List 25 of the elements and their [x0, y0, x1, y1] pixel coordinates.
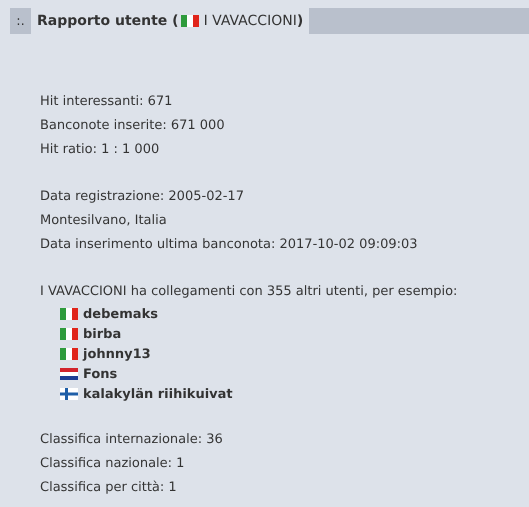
- title-paren: ): [296, 13, 304, 29]
- connected-user: kalakylän riihikuivat: [83, 386, 233, 402]
- netherlands-flag-icon: [60, 368, 78, 380]
- info-text: Classifica nazionale: 1: [40, 455, 186, 473]
- info-text: Classifica per città: 1: [40, 479, 178, 497]
- connections-text: I VAVACCIONI ha collegamenti con 355 altri utenti, per esempio:: [40, 283, 458, 301]
- info-text: Data registrazione: 2005-02-17: [40, 188, 245, 206]
- info-text: Hit ratio: 1 : 1 000: [40, 141, 160, 159]
- italy-flag-icon: [60, 328, 78, 340]
- italy-flag-icon: [60, 348, 78, 360]
- connected-user: birba: [83, 326, 122, 342]
- section-marker: :.: [10, 8, 31, 34]
- italy-flag-icon: [60, 308, 78, 320]
- user-name: I VAVACCIONI: [204, 13, 297, 29]
- connected-user: Fons: [83, 366, 118, 382]
- report-title: Rapporto utente (: [37, 13, 179, 29]
- info-text: Montesilvano, Italia: [40, 212, 168, 230]
- connected-user: johnny13: [83, 346, 151, 362]
- info-text: Classifica internazionale: 36: [40, 431, 224, 449]
- info-text: Hit interessanti: 671: [40, 93, 174, 111]
- info-text: Banconote inserite: 671 000: [40, 117, 226, 135]
- finland-flag-icon: [60, 388, 78, 400]
- italy-flag-icon: [180, 15, 199, 27]
- info-text: Data inserimento ultima banconota: 2017-10-02 09:09:03: [40, 236, 419, 254]
- connected-user: debemaks: [83, 306, 158, 322]
